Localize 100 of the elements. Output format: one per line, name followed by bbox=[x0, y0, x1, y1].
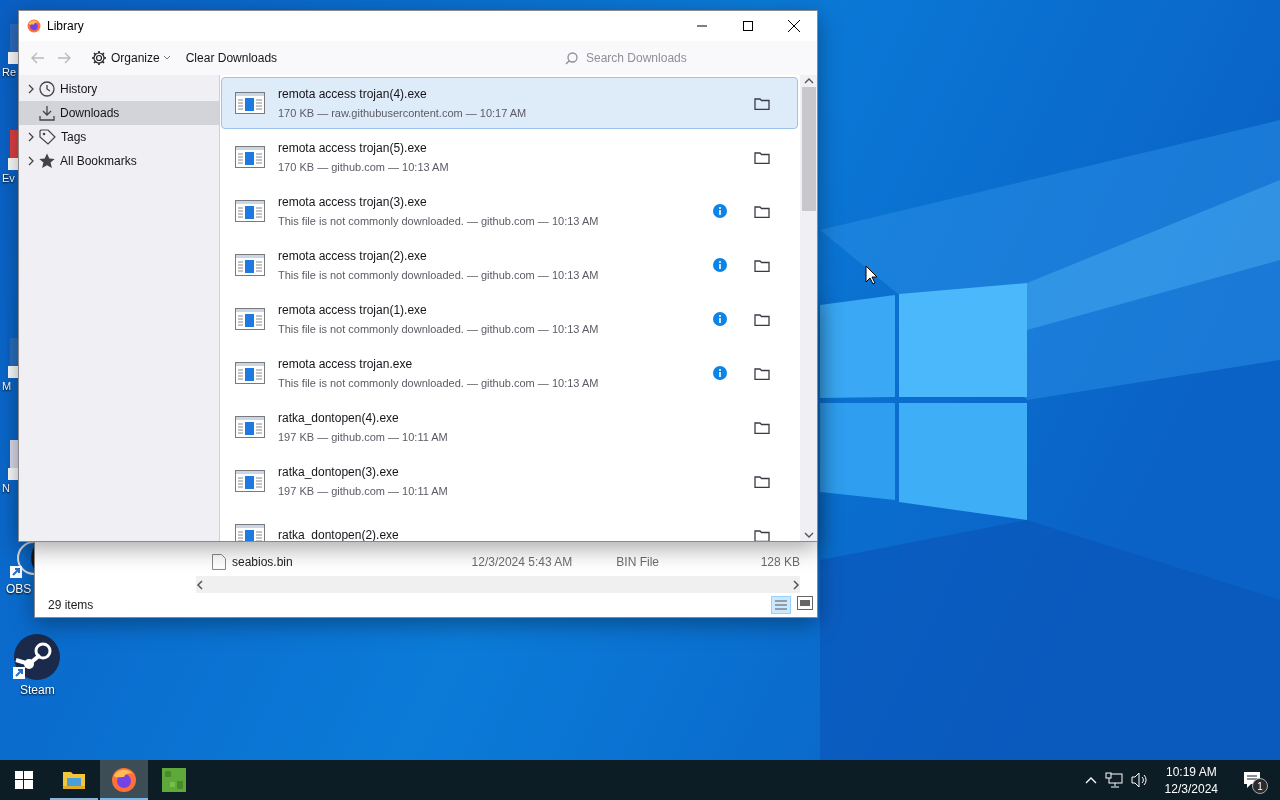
download-details: 170 KB — github.com — 10:13 AM bbox=[278, 161, 450, 173]
executable-file-icon bbox=[235, 92, 265, 114]
folder-icon[interactable] bbox=[754, 474, 770, 488]
folder-icon[interactable] bbox=[754, 204, 770, 218]
download-item[interactable]: remota access trojan(2).exe This file is not commonly downloaded. — github.com — 10:13 AM bbox=[221, 239, 798, 291]
download-item[interactable]: remota access trojan.exe This file is not commonly downloaded. — github.com — 10:13 AM bbox=[221, 347, 798, 399]
clock-icon bbox=[39, 81, 55, 97]
sidebar-item[interactable]: All Bookmarks bbox=[19, 149, 219, 173]
desktop-icon-label: M bbox=[1, 380, 12, 392]
close-icon bbox=[788, 20, 800, 32]
chevron-up-icon[interactable] bbox=[1084, 776, 1097, 784]
windows-logo-icon bbox=[15, 771, 33, 789]
search-icon bbox=[565, 51, 578, 65]
maximize-icon bbox=[743, 21, 753, 31]
executable-file-icon bbox=[235, 254, 265, 276]
file-name: remota access trojan(2).exe bbox=[278, 249, 428, 263]
folder-icon[interactable] bbox=[754, 150, 770, 164]
download-details: 197 KB — github.com — 10:11 AM bbox=[278, 485, 449, 497]
clock[interactable]: 10:19 AM 12/3/2024 bbox=[1156, 764, 1226, 796]
volume-icon[interactable] bbox=[1130, 772, 1149, 788]
organize-button[interactable]: Organize bbox=[85, 46, 176, 70]
file-name: seabios.bin bbox=[231, 555, 294, 569]
download-item[interactable]: ratka_dontopen(4).exe 197 KB — github.com — 10:11 AM bbox=[221, 401, 798, 453]
thumbnail-view-icon[interactable] bbox=[797, 596, 813, 610]
folder-icon[interactable] bbox=[754, 312, 770, 326]
download-item[interactable]: remota access trojan(5).exe 170 KB — github.com — 10:13 AM bbox=[221, 131, 798, 183]
forward-arrow-icon bbox=[57, 52, 71, 64]
notification-count: 1 bbox=[1252, 778, 1268, 794]
download-details: 170 KB — raw.githubusercontent.com — 10:17 AM bbox=[278, 107, 528, 119]
download-details: This file is not commonly downloaded. — github.com — 10:13 AM bbox=[278, 269, 600, 281]
search-field[interactable]: Search Downloads bbox=[584, 50, 788, 66]
info-icon[interactable] bbox=[713, 312, 727, 326]
desktop-icon-label: N bbox=[1, 482, 10, 494]
browser-icon bbox=[27, 19, 41, 33]
download-item[interactable]: remota access trojan(3).exe This file is not commonly downloaded. — github.com — 10:13 AM bbox=[221, 185, 798, 237]
executable-file-icon bbox=[235, 470, 265, 492]
file-date: 12/3/2024 5:43 AM bbox=[471, 555, 574, 569]
folder-icon[interactable] bbox=[754, 420, 770, 434]
folder-icon[interactable] bbox=[754, 528, 770, 541]
executable-file-icon bbox=[235, 200, 265, 222]
download-details: This file is not commonly downloaded. — github.com — 10:13 AM bbox=[278, 377, 600, 389]
app-icon bbox=[12, 633, 60, 681]
game-icon bbox=[162, 768, 186, 792]
folder-icon[interactable] bbox=[754, 96, 770, 110]
scroll-left-icon[interactable] bbox=[196, 579, 204, 590]
file-icon bbox=[212, 554, 226, 570]
browser-icon bbox=[111, 767, 137, 793]
info-icon[interactable] bbox=[713, 258, 727, 272]
network-icon[interactable] bbox=[1104, 772, 1123, 788]
download-item[interactable]: ratka_dontopen(3).exe 197 KB — github.com — 10:11 AM bbox=[221, 455, 798, 507]
info-icon[interactable] bbox=[713, 366, 727, 380]
folder-icon[interactable] bbox=[754, 258, 770, 272]
vertical-scrollbar[interactable] bbox=[800, 75, 817, 541]
scroll-thumb[interactable] bbox=[801, 87, 816, 211]
file-name: ratka_dontopen(3).exe bbox=[278, 465, 400, 479]
file-name: ratka_dontopen(4).exe bbox=[278, 411, 400, 425]
sidebar-item[interactable]: History bbox=[19, 77, 219, 101]
file-name: remota access trojan(4).exe bbox=[278, 87, 428, 101]
info-icon[interactable] bbox=[713, 204, 727, 218]
executable-file-icon bbox=[235, 146, 265, 168]
desktop-icon-label: Ev bbox=[1, 172, 15, 184]
back-arrow-icon bbox=[31, 52, 45, 64]
notifications-button[interactable]: 1 bbox=[1234, 760, 1270, 800]
horizontal-scrollbar[interactable] bbox=[196, 576, 800, 593]
clear-downloads-button[interactable]: Clear Downloads bbox=[179, 47, 284, 69]
gear-icon bbox=[91, 50, 107, 66]
download-item[interactable]: remota access trojan(4).exe 170 KB — raw.githubusercontent.com — 10:17 AM bbox=[221, 77, 798, 129]
file-type: BIN File bbox=[616, 555, 660, 569]
star-icon bbox=[39, 153, 55, 169]
scroll-right-icon[interactable] bbox=[792, 579, 800, 590]
file-name: remota access trojan(3).exe bbox=[278, 195, 428, 209]
desktop-icon-label: Re bbox=[1, 66, 17, 78]
download-item[interactable]: remota access trojan(1).exe This file is not commonly downloaded. — github.com — 10:13 AM bbox=[221, 293, 798, 345]
file-name: remota access trojan(1).exe bbox=[278, 303, 428, 317]
scroll-down-icon[interactable] bbox=[803, 531, 814, 539]
download-details: 197 KB — github.com — 10:11 AM bbox=[278, 431, 449, 443]
window-title: Library bbox=[47, 19, 85, 33]
folder-icon[interactable] bbox=[754, 366, 770, 380]
sidebar-item[interactable]: Tags bbox=[19, 125, 219, 149]
taskbar-app-button[interactable] bbox=[100, 760, 148, 800]
download-details: This file is not commonly downloaded. — github.com — 10:13 AM bbox=[278, 215, 600, 227]
cursor-icon bbox=[865, 265, 878, 285]
folder-icon bbox=[62, 770, 86, 790]
item-count: 29 items bbox=[48, 598, 94, 612]
file-name: ratka_dontopen(2).exe bbox=[278, 528, 400, 541]
download-item[interactable]: ratka_dontopen(2).exe bbox=[221, 509, 798, 541]
download-icon bbox=[39, 105, 55, 121]
executable-file-icon bbox=[235, 362, 265, 384]
scroll-up-icon[interactable] bbox=[803, 77, 814, 85]
sidebar-item[interactable]: Downloads bbox=[19, 101, 219, 125]
executable-file-icon bbox=[235, 416, 265, 438]
desktop-icon-label: Steam bbox=[19, 683, 55, 697]
executable-file-icon bbox=[235, 308, 265, 330]
file-name: remota access trojan(5).exe bbox=[278, 141, 428, 155]
file-name: remota access trojan.exe bbox=[278, 357, 414, 371]
file-size: 128 KB bbox=[759, 555, 800, 569]
tag-icon bbox=[39, 129, 56, 145]
desktop-icon-label: OBS bbox=[5, 582, 32, 596]
caret-icon bbox=[163, 56, 170, 60]
download-details: This file is not commonly downloaded. — github.com — 10:13 AM bbox=[278, 323, 600, 335]
